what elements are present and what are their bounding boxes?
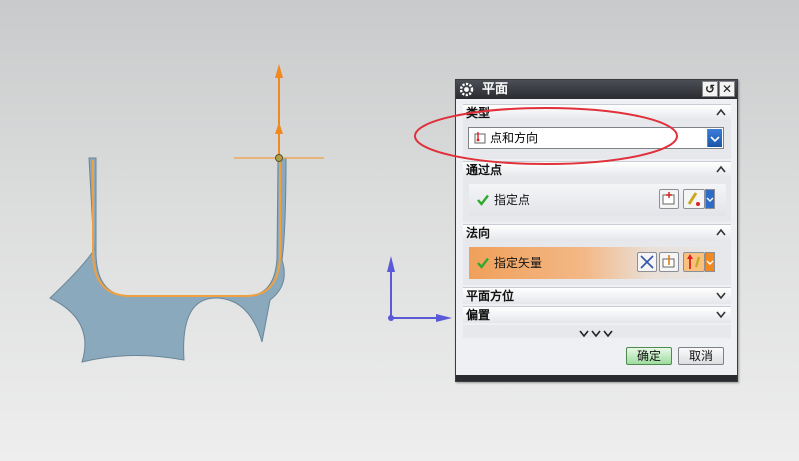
chevron-down-icon [706,260,714,265]
section-through-point-label: 通过点 [466,163,503,177]
reverse-direction-button[interactable] [637,252,657,272]
triad-origin[interactable] [388,315,394,321]
plane-dialog[interactable]: 平面 ↺ ✕ 类型 通过点 指定点 法向 指定矢量 平面方位 偏置 确定 取消 [455,79,738,382]
chevron-down-icon[interactable] [715,288,727,303]
vector-dialog-button[interactable] [659,252,679,272]
selected-edge[interactable] [92,160,281,297]
section-through-point-body: 指定点 [463,178,731,222]
type-select[interactable]: 点和方向 [468,127,724,149]
snap-point-button[interactable] [683,189,705,209]
section-through-point-header[interactable]: 通过点 [463,161,731,178]
normal-vector-arrowhead-mid[interactable] [275,122,283,134]
reset-icon[interactable]: ↺ [702,81,718,97]
section-offset-header[interactable]: 偏置 [463,306,731,323]
triple-chevron-down-icon[interactable] [577,328,617,340]
section-offset-label: 偏置 [466,308,491,322]
point-dialog-icon [662,192,675,205]
point-dialog-button[interactable] [659,189,679,209]
chevron-down-icon[interactable] [715,307,727,322]
chevron-down-icon [706,197,714,202]
specify-vector-row[interactable]: 指定矢量 [469,247,726,279]
specify-vector-label: 指定矢量 [494,256,543,270]
part-face[interactable] [49,157,287,363]
close-icon[interactable]: ✕ [719,81,735,97]
chevron-up-icon[interactable] [715,225,727,240]
vector-options-dropdown[interactable] [705,252,715,272]
point-direction-icon [474,132,486,144]
check-icon [477,194,489,206]
specify-point-label: 指定点 [494,193,531,207]
reverse-direction-icon [640,255,654,269]
section-orientation-header[interactable]: 平面方位 [463,287,731,304]
type-selected-value: 点和方向 [490,131,539,145]
type-select-arrow[interactable] [707,129,722,147]
chevron-up-icon[interactable] [715,162,727,177]
cancel-button[interactable]: 取消 [678,347,724,365]
check-icon [477,257,489,269]
point-options-dropdown[interactable] [705,189,715,209]
section-orientation-label: 平面方位 [466,289,515,303]
vector-icon [687,254,701,269]
dialog-bottom-bar [456,375,737,381]
dialog-title: 平面 [482,82,509,97]
section-type-label: 类型 [466,106,491,120]
gear-icon[interactable] [458,81,475,98]
snap-point-icon [687,192,700,206]
section-normal-body: 指定矢量 [463,241,731,285]
section-type-header[interactable]: 类型 [463,104,731,121]
triad-x-arrow[interactable] [436,314,452,322]
through-point-marker[interactable] [275,154,283,162]
vector-dialog-icon [662,255,675,268]
inferred-vector-button[interactable] [683,252,705,272]
ok-button[interactable]: 确定 [626,347,672,365]
dialog-titlebar[interactable]: 平面 ↺ ✕ [456,80,737,99]
section-normal-label: 法向 [466,226,491,240]
chevron-down-icon [710,136,720,143]
more-options-bar[interactable] [463,325,731,338]
normal-vector-arrowhead-top[interactable] [275,64,283,78]
specify-point-row[interactable]: 指定点 [469,184,726,216]
triad-z-arrow[interactable] [387,256,395,272]
chevron-up-icon[interactable] [715,105,727,120]
section-normal-header[interactable]: 法向 [463,224,731,241]
